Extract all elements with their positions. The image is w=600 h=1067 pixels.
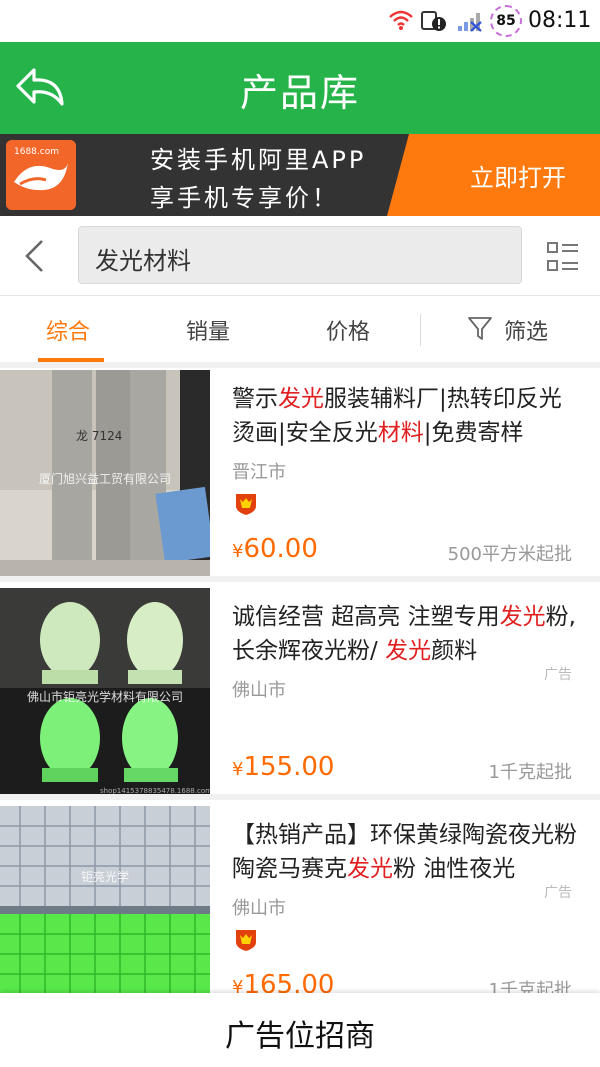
tab-divider [420,314,421,346]
wifi-icon [389,10,413,30]
product-item[interactable]: 龙 7124 厦门旭兴益工贸有限公司 警示发光服装辅料厂|热转印反光烫画|安全反… [0,370,600,582]
1688-logo-icon: 1688.com [6,140,76,210]
product-city: 佛山市 [232,898,286,919]
thumb-watermark: 钜亮光学 [80,870,129,884]
signal-icon [458,13,482,32]
min-order-qty: 1千克起批 [488,762,572,783]
ad-label: 广告 [544,667,572,683]
tab-price[interactable]: 价格 [326,314,370,346]
tab-comprehensive[interactable]: 综合 [46,314,90,346]
tab-sales[interactable]: 销量 [186,314,230,346]
svg-text:shop1415378835478.1688.com: shop1415378835478.1688.com [100,787,210,795]
filter-icon[interactable] [466,314,494,342]
product-title[interactable]: 【热销产品】环保黄绿陶瓷夜光粉 陶瓷马赛克发光粉 油性夜光 [232,818,578,886]
list-view-icon[interactable] [546,240,580,274]
bottom-ad-bar[interactable]: 广告位招商 [0,993,600,1067]
product-item[interactable]: 钜亮光学 【热销产品】环保黄绿陶瓷夜光粉 陶瓷马赛克发光粉 油性夜光 广告 佛山… [0,806,600,1018]
product-image: 龙 7124 厦门旭兴益工贸有限公司 [0,370,210,576]
product-city: 晋江市 [232,462,286,483]
sort-tabs: 综合 销量 价格 筛选 [0,296,600,368]
bottom-ad-label: 广告位招商 [225,1019,375,1054]
product-image: shop1415378835478.1688.com 佛山市钜亮光学材料有限公司 [0,588,210,795]
search-bar-row: 发光材料 [0,216,600,296]
product-price: ¥60.00 [232,534,318,564]
banner-line-1: 安装手机阿里APP [150,146,367,174]
status-bar: 85 08:11 [0,0,600,42]
min-order-qty: 500平方米起批 [447,544,572,565]
app-promo-banner[interactable]: 1688.com 安装手机阿里APP 享手机专享价！ 立即打开 [0,134,600,216]
product-item[interactable]: shop1415378835478.1688.com 佛山市钜亮光学材料有限公司… [0,588,600,800]
product-image: 钜亮光学 [0,806,210,1016]
ad-label: 广告 [544,885,572,901]
product-title[interactable]: 警示发光服装辅料厂|热转印反光烫画|安全反光材料|免费寄样 [232,382,578,450]
page-title: 产品库 [239,71,360,115]
app-header: 产品库 [0,42,600,134]
search-query: 发光材料 [95,247,191,275]
product-city: 佛山市 [232,680,286,701]
supplier-badge-icon [236,930,256,951]
banner-line-2: 享手机专享价！ [150,184,339,212]
open-app-button[interactable]: 立即打开 [387,134,600,216]
svg-text:龙 7124: 龙 7124 [76,429,122,443]
product-price: ¥155.00 [232,752,335,782]
battery-indicator: 85 [490,5,522,37]
svg-text:1688.com: 1688.com [14,147,59,157]
thumb-watermark: 佛山市钜亮光学材料有限公司 [26,690,183,704]
search-input[interactable]: 发光材料 [78,226,522,284]
thumb-watermark: 厦门旭兴益工贸有限公司 [38,472,171,486]
supplier-badge-icon [236,494,256,515]
open-app-label: 立即打开 [470,164,566,192]
sim-warning-icon [421,11,446,31]
product-title[interactable]: 诚信经营 超高亮 注塑专用发光粉, 长余辉夜光粉/ 发光颜料 [232,600,578,668]
chevron-left-icon[interactable] [22,238,46,274]
clock: 08:11 [528,8,592,33]
tab-filter[interactable]: 筛选 [504,314,548,346]
